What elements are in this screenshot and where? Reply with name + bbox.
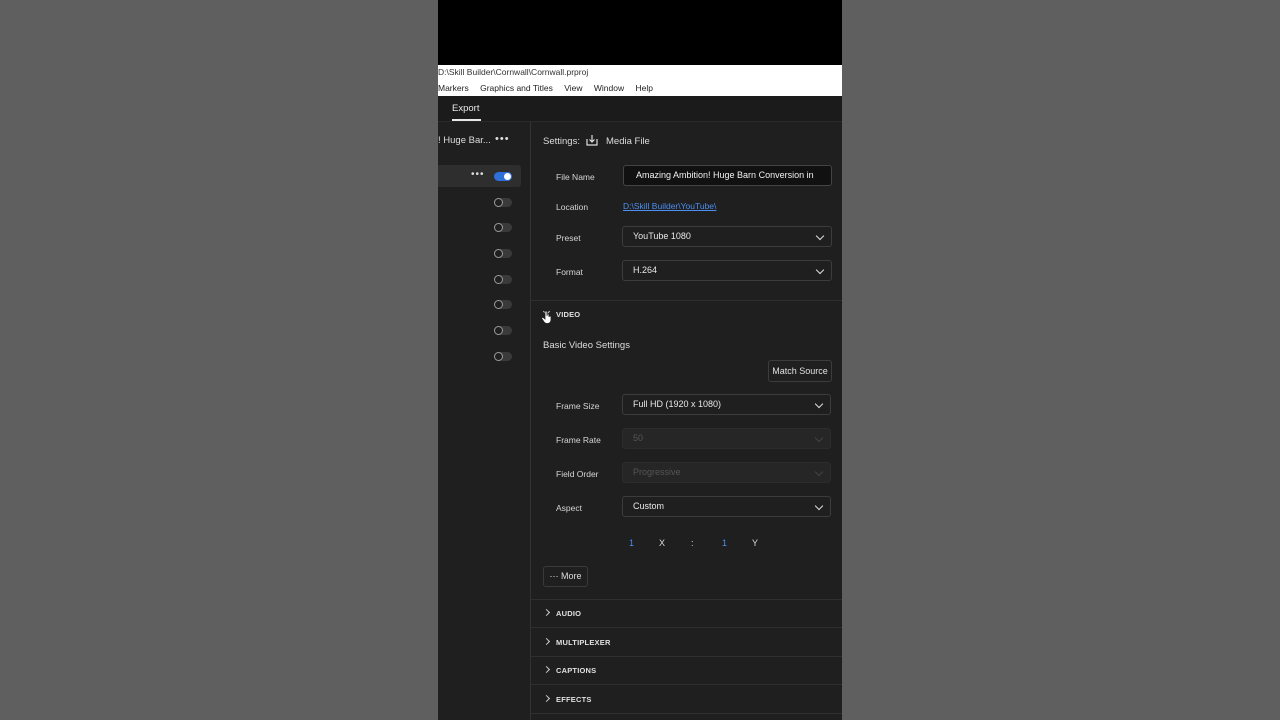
- chevron-right-icon[interactable]: [542, 637, 551, 646]
- field-order-label: Field Order: [556, 469, 599, 479]
- settings-label: Settings:: [543, 136, 580, 147]
- frame-rate-label: Frame Rate: [556, 435, 601, 445]
- field-order-value: Progressive: [633, 467, 681, 477]
- format-label: Format: [556, 267, 583, 277]
- format-value: H.264: [633, 265, 658, 275]
- settings-panel: Settings: Media File File Name Amazing A…: [531, 122, 842, 720]
- aspect-x-label: X: [659, 538, 666, 548]
- menu-graphics-and-titles[interactable]: Graphics and Titles: [480, 83, 553, 93]
- menu-window[interactable]: Window: [594, 83, 624, 93]
- chevron-right-icon[interactable]: [542, 608, 551, 617]
- location-label: Location: [556, 202, 589, 212]
- aspect-select[interactable]: Custom: [622, 496, 831, 517]
- aspect-label: Aspect: [556, 503, 582, 513]
- chevron-down-icon: [814, 467, 824, 477]
- multiplexer-section-header[interactable]: MULTIPLEXER: [556, 638, 611, 647]
- divider: [531, 627, 842, 628]
- captions-section-header[interactable]: CAPTIONS: [556, 666, 596, 675]
- divider: [531, 684, 842, 685]
- preset-value: YouTube 1080: [633, 231, 691, 241]
- audio-section-header[interactable]: AUDIO: [556, 609, 581, 618]
- preset-label: Preset: [556, 233, 581, 243]
- hand-cursor-icon: [541, 310, 552, 324]
- workspace-tabs: Export: [438, 96, 842, 122]
- chevron-down-icon: [814, 501, 824, 511]
- tab-export[interactable]: Export: [452, 103, 479, 114]
- menu-bar: Markers Graphics and Titles View Window …: [438, 80, 842, 96]
- frame-size-value: Full HD (1920 x 1080): [633, 399, 722, 409]
- toggle-destination-4[interactable]: [494, 249, 512, 258]
- toggle-media-file[interactable]: [494, 172, 512, 181]
- location-link[interactable]: D:\Skill Builder\YouTube\: [623, 201, 716, 211]
- effects-section-header[interactable]: EFFECTS: [556, 695, 592, 704]
- chevron-down-icon: [814, 399, 824, 409]
- aspect-separator: :: [691, 538, 694, 548]
- frame-rate-select: 50: [622, 428, 831, 449]
- row-options-icon[interactable]: •••: [471, 169, 485, 180]
- chevron-down-icon: [814, 433, 824, 443]
- frame-size-select[interactable]: Full HD (1920 x 1080): [622, 394, 831, 415]
- more-options-icon[interactable]: •••: [495, 133, 510, 145]
- format-select[interactable]: H.264: [622, 260, 832, 281]
- preset-select[interactable]: YouTube 1080: [622, 226, 832, 247]
- download-icon: [586, 135, 598, 146]
- divider: [531, 656, 842, 657]
- chevron-down-icon: [815, 265, 825, 275]
- toggle-destination-2[interactable]: [494, 198, 512, 207]
- title-bar: D:\Skill Builder\Cornwall\Cornwall.prpro…: [438, 65, 842, 80]
- video-section-header[interactable]: VIDEO: [556, 310, 580, 319]
- ellipsis-icon: ⋯: [549, 571, 561, 581]
- divider: [531, 599, 842, 600]
- menu-help[interactable]: Help: [635, 83, 652, 93]
- aspect-y-value[interactable]: 1: [722, 538, 727, 548]
- match-source-button[interactable]: Match Source: [768, 360, 832, 382]
- chevron-right-icon[interactable]: [542, 665, 551, 674]
- menu-view[interactable]: View: [564, 83, 582, 93]
- queue-item-title[interactable]: ! Huge Bar...: [438, 135, 491, 146]
- frame-size-label: Frame Size: [556, 401, 600, 411]
- media-file-label: Media File: [606, 136, 650, 147]
- toggle-destination-6[interactable]: [494, 300, 512, 309]
- frame-rate-value: 50: [633, 433, 644, 443]
- chevron-down-icon: [815, 231, 825, 241]
- toggle-destination-8[interactable]: [494, 352, 512, 361]
- toggle-destination-5[interactable]: [494, 275, 512, 284]
- project-path: D:\Skill Builder\Cornwall\Cornwall.prpro…: [438, 67, 589, 77]
- divider: [531, 300, 842, 301]
- basic-video-settings-heading: Basic Video Settings: [543, 340, 630, 351]
- chevron-right-icon[interactable]: [542, 694, 551, 703]
- premiere-export-window: D:\Skill Builder\Cornwall\Cornwall.prpro…: [438, 0, 842, 720]
- aspect-value: Custom: [633, 501, 665, 511]
- more-button[interactable]: ⋯ More: [543, 566, 588, 587]
- tab-active-underline: [452, 119, 481, 121]
- more-label: More: [561, 571, 582, 581]
- toggle-destination-7[interactable]: [494, 326, 512, 335]
- file-name-input[interactable]: Amazing Ambition! Huge Barn Conversion i…: [623, 165, 832, 186]
- menu-markers[interactable]: Markers: [438, 83, 469, 93]
- aspect-x-value[interactable]: 1: [629, 538, 634, 548]
- destinations-panel: ! Huge Bar... ••• •••: [438, 122, 531, 720]
- video-preview-area: [438, 0, 842, 65]
- toggle-destination-3[interactable]: [494, 223, 512, 232]
- file-name-label: File Name: [556, 172, 595, 182]
- divider: [531, 713, 842, 714]
- field-order-select: Progressive: [622, 462, 831, 483]
- aspect-y-label: Y: [752, 538, 759, 548]
